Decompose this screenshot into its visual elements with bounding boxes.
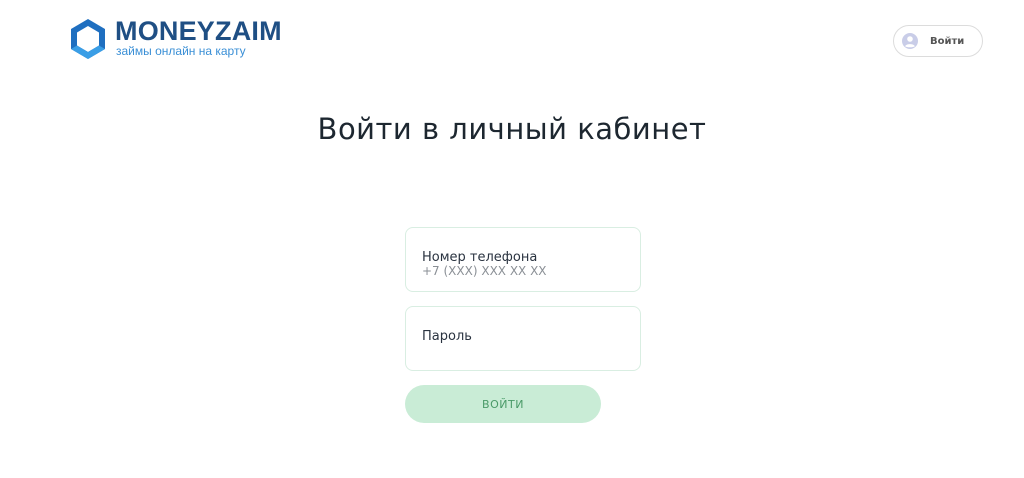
phone-field[interactable]: Номер телефона — [405, 227, 641, 292]
user-icon — [902, 33, 918, 49]
phone-input[interactable] — [422, 264, 622, 278]
password-field-label: Пароль — [422, 329, 472, 344]
hexagon-logo-icon — [71, 19, 105, 59]
password-field[interactable]: Пароль — [405, 306, 641, 371]
logo-name: MONEYZAIM — [115, 16, 282, 46]
logo[interactable]: MONEYZAIM займы онлайн на карту — [69, 17, 282, 61]
password-input[interactable] — [422, 347, 622, 361]
phone-field-label: Номер телефона — [422, 250, 538, 265]
header-login-label: Войти — [930, 35, 965, 47]
logo-text: MONEYZAIM займы онлайн на карту — [115, 17, 282, 57]
logo-tagline: займы онлайн на карту — [116, 44, 246, 58]
login-page: MONEYZAIM займы онлайн на карту Войти Во… — [0, 0, 1024, 478]
page-title: Войти в личный кабинет — [317, 112, 707, 146]
header-login-button[interactable]: Войти — [893, 25, 983, 57]
submit-login-button[interactable]: ВОЙТИ — [405, 385, 601, 423]
